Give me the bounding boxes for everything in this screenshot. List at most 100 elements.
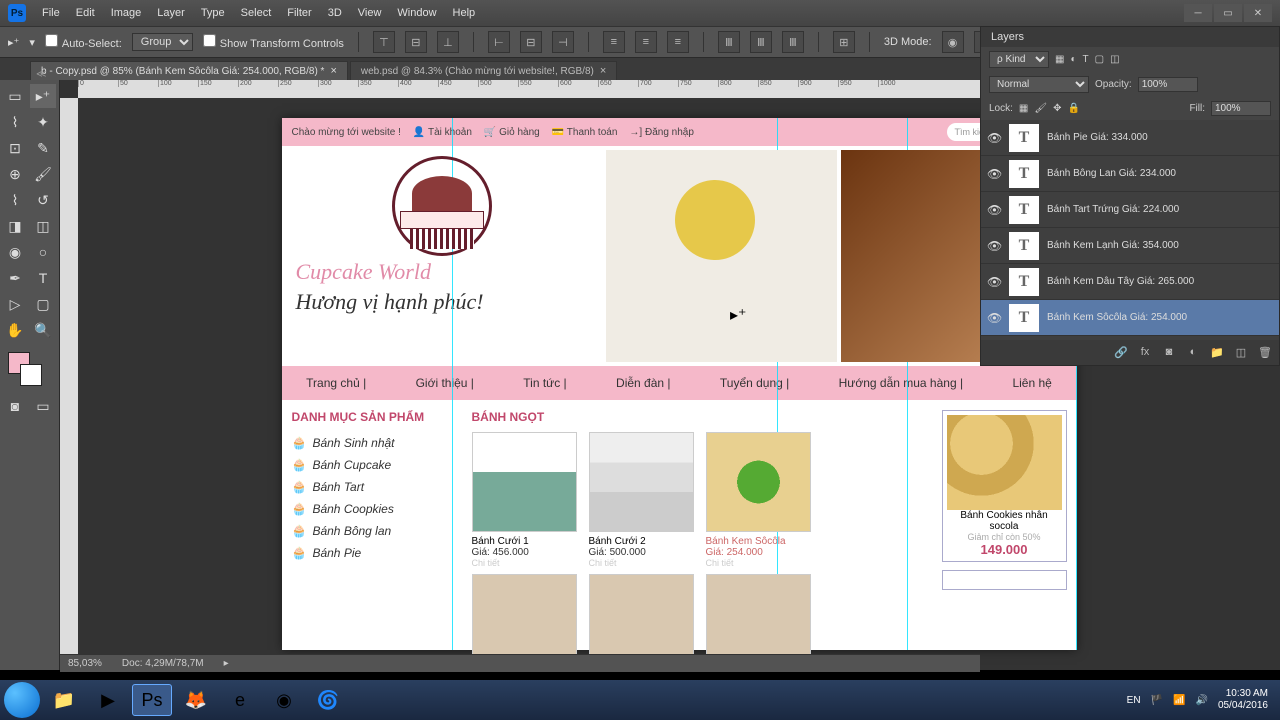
marquee-tool-icon[interactable]: ▭ xyxy=(2,84,28,108)
lock-all-icon[interactable]: 🔒 xyxy=(1067,103,1079,114)
app-icon[interactable]: 🌀 xyxy=(308,684,348,716)
screen-mode-icon[interactable]: ▭ xyxy=(30,394,56,418)
layer-row[interactable]: 👁TBánh Kem Dâu Tây Giá: 265.000 xyxy=(981,264,1279,300)
magic-wand-tool-icon[interactable]: ✦ xyxy=(30,110,56,134)
align-hcenter-icon[interactable]: ⊟ xyxy=(520,31,542,53)
lock-position-icon[interactable]: ✥ xyxy=(1053,103,1061,114)
visibility-toggle-icon[interactable]: 👁 xyxy=(987,131,1001,145)
auto-select-checkbox[interactable]: Auto-Select: xyxy=(45,34,122,50)
tray-clock[interactable]: 10:30 AM05/04/2016 xyxy=(1218,688,1268,712)
close-icon[interactable]: × xyxy=(330,65,336,77)
photoshop-taskbar-icon[interactable]: Ps xyxy=(132,684,172,716)
visibility-toggle-icon[interactable]: 👁 xyxy=(987,239,1001,253)
shape-tool-icon[interactable]: ▢ xyxy=(30,292,56,316)
ruler-vertical[interactable] xyxy=(60,98,78,670)
dodge-tool-icon[interactable]: ○ xyxy=(30,240,56,264)
eyedropper-tool-icon[interactable]: ✎ xyxy=(30,136,56,160)
align-left-icon[interactable]: ⊢ xyxy=(488,31,510,53)
menu-edit[interactable]: Edit xyxy=(76,7,95,19)
tray-flag-icon[interactable]: 🏴 xyxy=(1151,695,1163,706)
color-swatches[interactable] xyxy=(2,352,57,392)
filter-type-icon[interactable]: T xyxy=(1083,54,1089,65)
visibility-toggle-icon[interactable]: 👁 xyxy=(987,167,1001,181)
3d-orbit-icon[interactable]: ◉ xyxy=(942,31,964,53)
tray-network-icon[interactable]: 📶 xyxy=(1173,695,1185,706)
status-arrow-icon[interactable]: ▸ xyxy=(224,658,229,669)
menu-file[interactable]: File xyxy=(42,7,60,19)
distribute-bottom-icon[interactable]: ≡ xyxy=(667,31,689,53)
chrome-icon[interactable]: ◉ xyxy=(264,684,304,716)
align-vcenter-icon[interactable]: ⊟ xyxy=(405,31,427,53)
menu-view[interactable]: View xyxy=(358,7,382,19)
visibility-toggle-icon[interactable]: 👁 xyxy=(987,203,1001,217)
menu-layer[interactable]: Layer xyxy=(157,7,185,19)
distribute-top-icon[interactable]: ≡ xyxy=(603,31,625,53)
explorer-icon[interactable]: 📁 xyxy=(44,684,84,716)
window-close-button[interactable]: ✕ xyxy=(1244,4,1272,22)
link-layers-icon[interactable]: 🔗 xyxy=(1113,344,1129,360)
menu-window[interactable]: Window xyxy=(397,7,436,19)
menu-image[interactable]: Image xyxy=(111,7,142,19)
align-top-icon[interactable]: ⊤ xyxy=(373,31,395,53)
blend-mode-dropdown[interactable]: Normal xyxy=(989,76,1089,93)
lock-transparency-icon[interactable]: ▦ xyxy=(1019,103,1028,114)
layer-row[interactable]: 👁TBánh Tart Trứng Giá: 224.000 xyxy=(981,192,1279,228)
filter-pixel-icon[interactable]: ▦ xyxy=(1055,54,1064,65)
history-brush-tool-icon[interactable]: ↺ xyxy=(30,188,56,212)
menu-filter[interactable]: Filter xyxy=(287,7,311,19)
menu-3d[interactable]: 3D xyxy=(328,7,342,19)
stamp-tool-icon[interactable]: ⌇ xyxy=(2,188,28,212)
menu-select[interactable]: Select xyxy=(241,7,272,19)
layer-mask-icon[interactable]: ◙ xyxy=(1161,344,1177,360)
filter-adjust-icon[interactable]: ◐ xyxy=(1070,54,1076,65)
adjustment-layer-icon[interactable]: ◐ xyxy=(1185,344,1201,360)
ie-icon[interactable]: e xyxy=(220,684,260,716)
distribute-right-icon[interactable]: Ⅲ xyxy=(782,31,804,53)
gradient-tool-icon[interactable]: ◫ xyxy=(30,214,56,238)
menu-type[interactable]: Type xyxy=(201,7,225,19)
distribute-left-icon[interactable]: Ⅲ xyxy=(718,31,740,53)
healing-tool-icon[interactable]: ⊕ xyxy=(2,162,28,186)
new-layer-icon[interactable]: ◫ xyxy=(1233,344,1249,360)
auto-select-dropdown[interactable]: Group xyxy=(132,33,193,51)
filter-shape-icon[interactable]: ▢ xyxy=(1095,54,1104,65)
close-icon[interactable]: × xyxy=(600,65,606,77)
start-button[interactable] xyxy=(4,682,40,718)
window-minimize-button[interactable]: ─ xyxy=(1184,4,1212,22)
layer-fx-icon[interactable]: fx xyxy=(1137,344,1153,360)
doc-tab-1[interactable]: b - Copy.psd @ 85% (Bánh Kem Sôcôla Giá:… xyxy=(30,61,348,80)
crop-tool-icon[interactable]: ⊡ xyxy=(2,136,28,160)
distribute-vcenter-icon[interactable]: ≡ xyxy=(635,31,657,53)
path-tool-icon[interactable]: ▷ xyxy=(2,292,28,316)
pen-tool-icon[interactable]: ✒ xyxy=(2,266,28,290)
layer-kind-filter[interactable]: ρ Kind xyxy=(989,51,1049,68)
lock-image-icon[interactable]: 🖌 xyxy=(1034,103,1047,114)
menu-help[interactable]: Help xyxy=(453,7,476,19)
hand-tool-icon[interactable]: ✋ xyxy=(2,318,28,342)
brush-tool-icon[interactable]: 🖌 xyxy=(30,162,56,186)
align-bottom-icon[interactable]: ⊥ xyxy=(437,31,459,53)
auto-align-icon[interactable]: ⊞ xyxy=(833,31,855,53)
background-color[interactable] xyxy=(20,364,42,386)
tool-preset-dropdown[interactable]: ▾ xyxy=(29,36,35,49)
align-right-icon[interactable]: ⊣ xyxy=(552,31,574,53)
fill-input[interactable] xyxy=(1211,101,1271,116)
layer-group-icon[interactable]: 📁 xyxy=(1209,344,1225,360)
window-maximize-button[interactable]: ▭ xyxy=(1214,4,1242,22)
eraser-tool-icon[interactable]: ◨ xyxy=(2,214,28,238)
move-tool-icon[interactable]: ▸⁺ xyxy=(30,84,56,108)
lasso-tool-icon[interactable]: ⌇ xyxy=(2,110,28,134)
opacity-input[interactable] xyxy=(1138,77,1198,92)
tray-lang[interactable]: EN xyxy=(1127,695,1141,706)
firefox-icon[interactable]: 🦊 xyxy=(176,684,216,716)
distribute-hcenter-icon[interactable]: Ⅲ xyxy=(750,31,772,53)
zoom-level[interactable]: 85,03% xyxy=(68,658,102,669)
canvas-document[interactable]: Chào mừng tới website ! 👤 Tài khoản 🛒 Gi… xyxy=(282,118,1077,650)
tray-volume-icon[interactable]: 🔊 xyxy=(1195,695,1207,706)
layer-row[interactable]: 👁TBánh Kem Sôcôla Giá: 254.000 xyxy=(981,300,1279,336)
layer-row[interactable]: 👁TBánh Pie Giá: 334.000 xyxy=(981,120,1279,156)
layer-row[interactable]: 👁TBánh Bông Lan Giá: 234.000 xyxy=(981,156,1279,192)
quick-mask-icon[interactable]: ◙ xyxy=(2,394,28,418)
layer-row[interactable]: 👁TBánh Kem Lạnh Giá: 354.000 xyxy=(981,228,1279,264)
filter-smart-icon[interactable]: ◫ xyxy=(1110,54,1119,65)
